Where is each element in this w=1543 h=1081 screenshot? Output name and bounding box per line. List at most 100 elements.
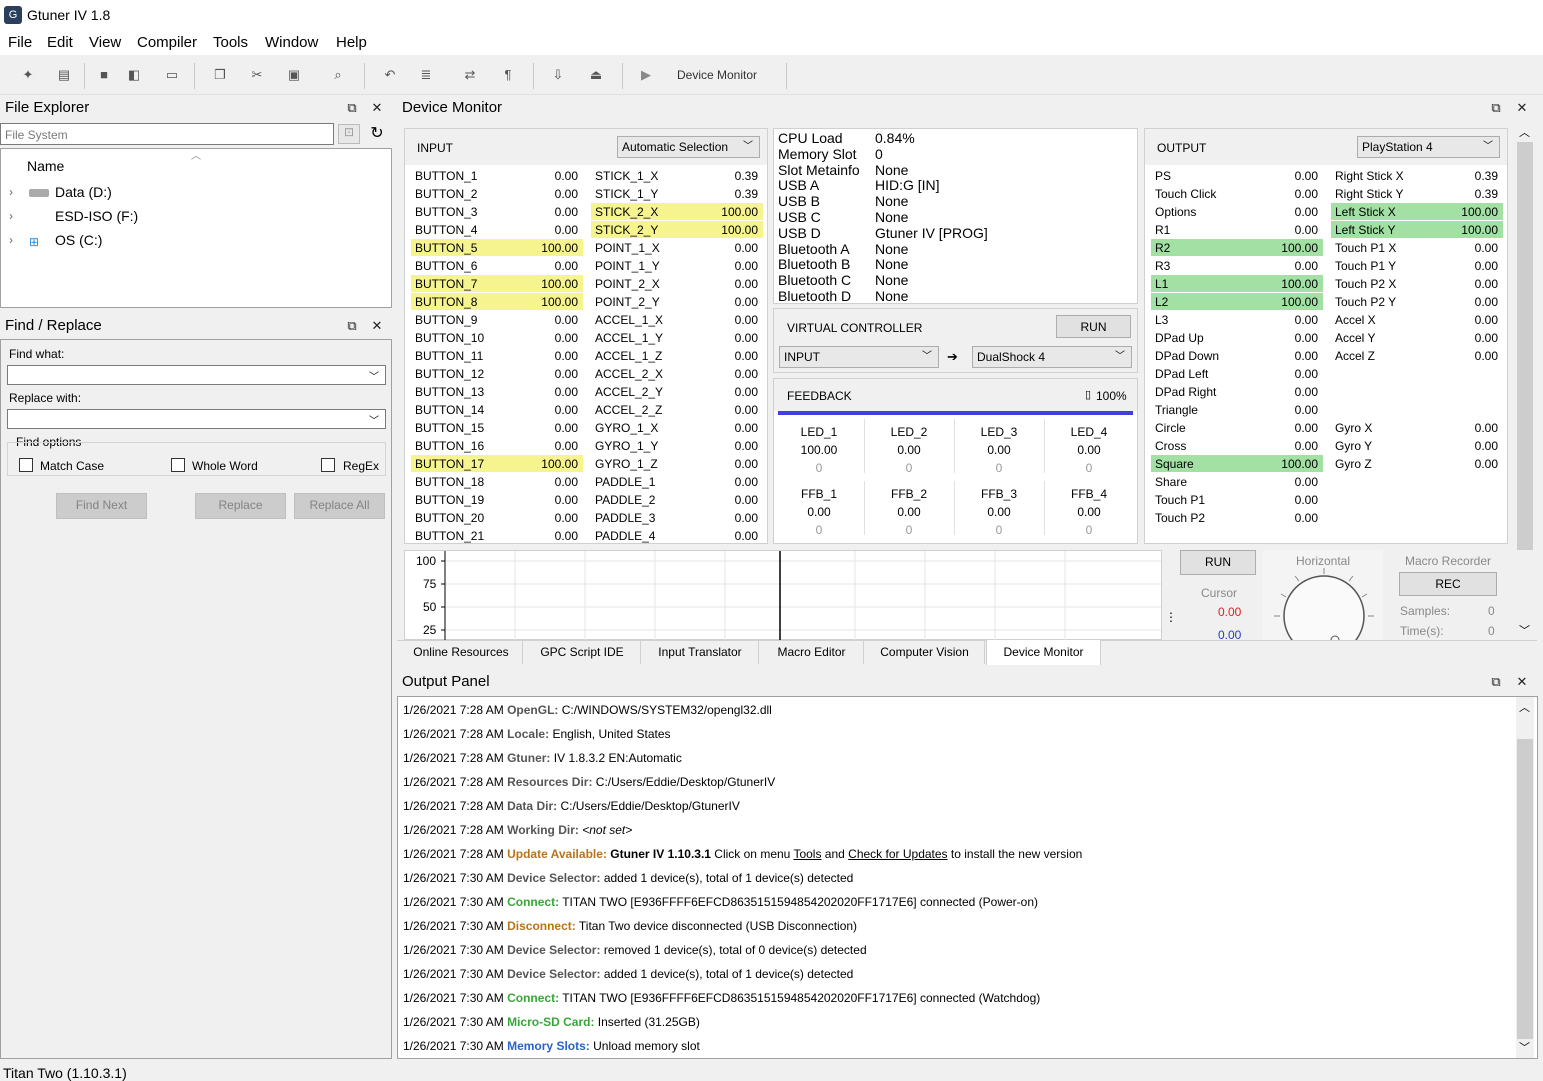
- signal-label: POINT_1_Y: [595, 259, 660, 273]
- menu-compiler[interactable]: Compiler: [137, 34, 197, 51]
- undo-icon[interactable]: ↶: [382, 67, 398, 83]
- log-line: 1/26/2021 7:30 AM Device Selector: added…: [403, 871, 853, 885]
- output-scrollbar[interactable]: ︿ ﹀: [1516, 697, 1534, 1058]
- new-file-icon[interactable]: ✦: [20, 67, 36, 83]
- float-icon[interactable]: ⧉: [1489, 675, 1503, 689]
- signal-value: 0.00: [1294, 403, 1318, 417]
- find-icon[interactable]: ⌕: [330, 67, 346, 83]
- expand-chevron-icon[interactable]: ›: [9, 209, 13, 223]
- save-icon[interactable]: ■: [96, 67, 112, 83]
- chevron-down-icon[interactable]: ﹀: [369, 412, 379, 427]
- scroll-down-icon[interactable]: ﹀: [1519, 1039, 1530, 1055]
- signal-label: Accel Z: [1335, 349, 1376, 363]
- signal-value: 100.00: [1461, 223, 1498, 237]
- tree-item-data-drive[interactable]: Data (D:): [55, 184, 112, 200]
- macro-run-button[interactable]: RUN: [1180, 550, 1256, 575]
- find-what-combo[interactable]: ﹀: [7, 365, 386, 385]
- name-column-header[interactable]: Name: [27, 158, 64, 174]
- signal-label: BUTTON_21: [415, 529, 485, 543]
- menu-help[interactable]: Help: [336, 34, 367, 51]
- tab-macro-editor[interactable]: Macro Editor: [760, 640, 864, 664]
- replace-all-button[interactable]: Replace All: [294, 493, 385, 519]
- check-updates-link[interactable]: Check for Updates: [848, 847, 947, 861]
- vc-target-select[interactable]: DualShock 4 ﹀: [972, 346, 1132, 368]
- close-icon[interactable]: ✕: [1515, 675, 1529, 689]
- refresh-icon[interactable]: ↻: [366, 123, 388, 145]
- tools-link[interactable]: Tools: [793, 847, 821, 861]
- indent-icon[interactable]: ≣: [418, 67, 434, 83]
- scroll-thumb[interactable]: [1517, 142, 1533, 550]
- tab-online-resources[interactable]: Online Resources: [400, 640, 523, 664]
- cut-icon[interactable]: ✂: [249, 67, 265, 83]
- regex-checkbox[interactable]: [321, 458, 335, 472]
- chevron-down-icon[interactable]: ﹀: [369, 368, 379, 383]
- led-name: LED_2: [890, 425, 928, 439]
- splitter-handle-icon[interactable]: ⋮: [1165, 610, 1177, 624]
- tree-item-esd-iso[interactable]: ESD-ISO (F:): [55, 208, 138, 224]
- float-icon[interactable]: ⧉: [345, 101, 359, 115]
- expand-chevron-icon[interactable]: ›: [9, 233, 13, 247]
- signal-value: 0.00: [554, 349, 578, 363]
- menu-file[interactable]: File: [8, 34, 32, 51]
- tab-device-monitor[interactable]: Device Monitor: [986, 640, 1101, 665]
- tab-computer-vision[interactable]: Computer Vision: [865, 640, 985, 664]
- copy-icon[interactable]: ❐: [212, 67, 228, 83]
- signal-value: 0.00: [554, 439, 578, 453]
- close-icon[interactable]: ✕: [370, 101, 384, 115]
- match-case-checkbox[interactable]: [19, 458, 33, 472]
- scroll-up-icon[interactable]: ︿: [1519, 699, 1530, 715]
- expand-chevron-icon[interactable]: ›: [9, 185, 13, 199]
- signal-label: BUTTON_2: [415, 187, 478, 201]
- close-file-icon[interactable]: ▭: [164, 67, 180, 83]
- signal-label: BUTTON_12: [415, 367, 485, 381]
- vc-source-select[interactable]: INPUT ﹀: [779, 346, 939, 368]
- comment-icon[interactable]: ⇄: [462, 67, 478, 83]
- cell-divider: [1044, 419, 1045, 473]
- menu-window[interactable]: Window: [265, 34, 318, 51]
- format-icon[interactable]: ¶: [500, 67, 516, 83]
- compile-icon[interactable]: ⇩: [550, 67, 566, 83]
- match-case-label: Match Case: [40, 459, 105, 473]
- output-protocol-select[interactable]: PlayStation 4 ﹀: [1357, 136, 1500, 158]
- paste-icon[interactable]: ▣: [286, 67, 302, 83]
- filter-icon[interactable]: ⊡: [338, 124, 360, 144]
- rec-button[interactable]: REC: [1399, 572, 1497, 596]
- scroll-down-icon[interactable]: ﹀: [1519, 622, 1530, 638]
- virtual-controller-run-button[interactable]: RUN: [1056, 315, 1131, 338]
- signal-value: 0.00: [1474, 421, 1498, 435]
- scroll-thumb[interactable]: [1517, 739, 1533, 1039]
- whole-word-checkbox[interactable]: [171, 458, 185, 472]
- log-line: 1/26/2021 7:30 AM Memory Slots: Unload m…: [403, 1039, 700, 1053]
- play-icon[interactable]: ▶: [638, 67, 654, 83]
- replace-with-combo[interactable]: ﹀: [7, 409, 386, 429]
- device-monitor-scrollbar[interactable]: ︿ ﹀: [1516, 124, 1534, 640]
- vc-target-value: DualShock 4: [977, 350, 1046, 364]
- device-monitor-toolbar-label[interactable]: Device Monitor: [677, 68, 757, 82]
- replace-button[interactable]: Replace: [195, 493, 286, 519]
- input-device-select[interactable]: Automatic Selection ﹀: [617, 136, 760, 158]
- tab-input-translator[interactable]: Input Translator: [642, 640, 759, 664]
- find-next-button[interactable]: Find Next: [56, 493, 147, 519]
- float-icon[interactable]: ⧉: [1489, 101, 1503, 115]
- file-filter-input[interactable]: File System: [0, 123, 334, 145]
- log-category: Micro-SD Card:: [507, 1015, 595, 1029]
- tree-item-os-drive[interactable]: OS (C:): [55, 232, 102, 248]
- menu-tools[interactable]: Tools: [213, 34, 248, 51]
- build-run-icon[interactable]: ⏏: [588, 67, 604, 83]
- close-icon[interactable]: ✕: [1515, 101, 1529, 115]
- close-icon[interactable]: ✕: [370, 319, 384, 333]
- menu-view[interactable]: View: [89, 34, 121, 51]
- signal-value: 0.00: [1294, 205, 1318, 219]
- log-line: 1/26/2021 7:28 AM Resources Dir: C:/User…: [403, 775, 775, 789]
- horizontal-dial-icon[interactable]: [1263, 550, 1383, 640]
- tab-gpc-script-ide[interactable]: GPC Script IDE: [524, 640, 641, 664]
- log-category: Connect:: [507, 991, 560, 1005]
- menu-edit[interactable]: Edit: [47, 34, 73, 51]
- save-all-icon[interactable]: ◧: [126, 67, 142, 83]
- open-file-icon[interactable]: ▤: [56, 67, 72, 83]
- signal-value: 0.39: [1474, 169, 1498, 183]
- scroll-up-icon[interactable]: ︿: [1519, 124, 1530, 140]
- info-value: 0: [875, 145, 883, 162]
- float-icon[interactable]: ⧉: [345, 319, 359, 333]
- toolbar-separator: [84, 63, 85, 89]
